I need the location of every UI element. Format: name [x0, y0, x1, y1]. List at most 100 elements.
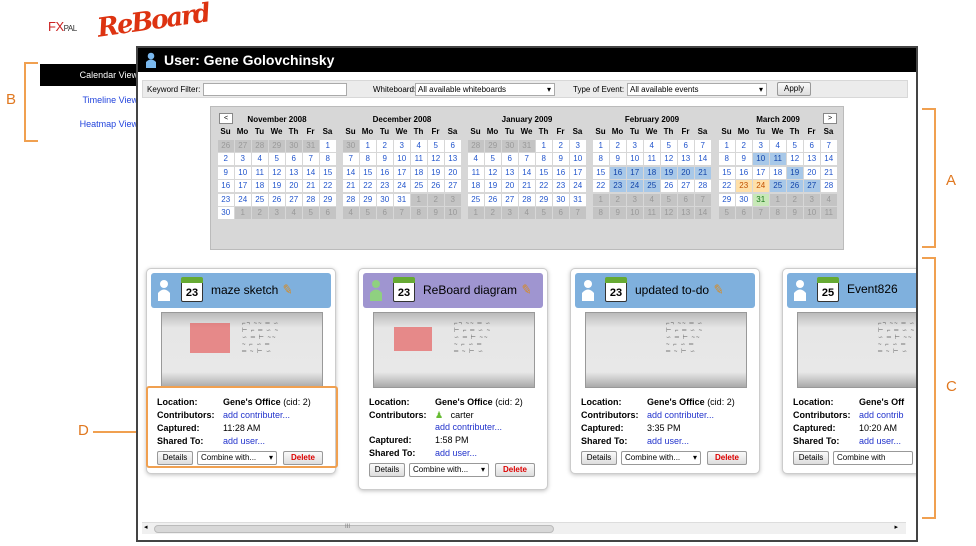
calendar-day[interactable]: 13 [804, 153, 820, 165]
calendar-day[interactable]: 22 [593, 180, 609, 192]
calendar-day[interactable]: 25 [770, 180, 786, 192]
details-button[interactable]: Details [369, 463, 405, 477]
event-card[interactable]: 23 ReBoard diagram ✎ ⌐¬ ~~ ═ ∽ ⊢ ⌐ ═ ∽ ~ ∽ ═ … [358, 268, 548, 490]
calendar-day[interactable]: 4 [286, 207, 302, 219]
calendar-day[interactable]: 12 [485, 166, 501, 179]
calendar-day[interactable]: 31 [394, 193, 410, 206]
calendar-day[interactable]: 28 [252, 139, 268, 152]
pencil-icon[interactable]: ✎ [281, 281, 294, 299]
add-contributor-link[interactable]: add contributer... [435, 422, 502, 432]
calendar-day[interactable]: 1 [593, 193, 609, 206]
calendar-day[interactable]: 30 [286, 139, 302, 152]
calendar-day[interactable]: 25 [468, 193, 484, 206]
calendar-day[interactable]: 25 [644, 180, 660, 192]
calendar-day[interactable]: 21 [519, 180, 535, 192]
calendar-day[interactable]: 27 [804, 180, 820, 192]
calendar-day[interactable]: 31 [753, 193, 769, 206]
calendar-day[interactable]: 3 [804, 193, 820, 206]
calendar-day[interactable]: 14 [519, 166, 535, 179]
calendar-day[interactable]: 29 [485, 139, 501, 152]
calendar-day[interactable]: 21 [343, 180, 359, 192]
calendar-day[interactable]: 8 [536, 153, 552, 165]
calendar-day[interactable]: 25 [411, 180, 427, 192]
calendar-day[interactable]: 4 [468, 153, 484, 165]
calendar-day[interactable]: 30 [502, 139, 518, 152]
calendar-day[interactable]: 28 [343, 193, 359, 206]
calendar-day[interactable]: 11 [252, 166, 268, 179]
calendar-day[interactable]: 24 [394, 180, 410, 192]
calendar-day[interactable]: 2 [428, 193, 444, 206]
calendar-day[interactable]: 11 [644, 153, 660, 165]
calendar-day[interactable]: 31 [303, 139, 319, 152]
calendar-day[interactable]: 6 [553, 207, 569, 219]
calendar-day[interactable]: 27 [502, 193, 518, 206]
calendar-day[interactable]: 9 [377, 153, 393, 165]
calendar-day[interactable]: 11 [770, 153, 786, 165]
calendar-day[interactable]: 14 [695, 207, 711, 219]
calendar-day[interactable]: 27 [235, 139, 251, 152]
details-button[interactable]: Details [793, 451, 829, 465]
calendar-day[interactable]: 2 [377, 139, 393, 152]
calendar-day[interactable]: 20 [678, 166, 694, 179]
calendar-day[interactable]: 30 [736, 193, 752, 206]
calendar-day[interactable]: 10 [804, 207, 820, 219]
calendar-day[interactable]: 7 [695, 193, 711, 206]
calendar-day[interactable]: 8 [719, 153, 735, 165]
calendar-day[interactable]: 1 [411, 193, 427, 206]
calendar-day[interactable]: 27 [445, 180, 461, 192]
calendar-day[interactable]: 7 [303, 153, 319, 165]
event-card[interactable]: 23 updated to-do ✎ ⌐¬ ~~ ═ ∽ ⊢ ⌐ ═ ∽ ~ ∽ ═ ⊢ … [570, 268, 760, 474]
calendar-day[interactable]: 15 [360, 166, 376, 179]
calendar-day[interactable]: 1 [468, 207, 484, 219]
calendar-day[interactable]: 28 [695, 180, 711, 192]
calendar-day[interactable]: 2 [610, 193, 626, 206]
event-card[interactable]: 25 Event826 ⌐¬ ~~ ═ ∽ ⊢ ⌐ ═ ∽ ~ ∽ ═ ⊢ ~~ ~ ⌐ … [782, 268, 916, 474]
calendar-day[interactable]: 15 [320, 166, 336, 179]
calendar-day[interactable]: 24 [570, 180, 586, 192]
calendar-day[interactable]: 2 [787, 193, 803, 206]
combine-select[interactable]: Combine with [833, 451, 913, 465]
calendar-day[interactable]: 19 [787, 166, 803, 179]
calendar-day[interactable]: 16 [377, 166, 393, 179]
calendar-day[interactable]: 23 [610, 180, 626, 192]
calendar-day[interactable]: 26 [428, 180, 444, 192]
calendar-day[interactable]: 10 [235, 166, 251, 179]
calendar-day[interactable]: 30 [553, 193, 569, 206]
calendar-day[interactable]: 6 [678, 139, 694, 152]
calendar-day[interactable]: 20 [286, 180, 302, 192]
sidebar-item-timeline-view[interactable]: Timeline View [40, 89, 144, 111]
calendar-day[interactable]: 20 [502, 180, 518, 192]
calendar-day[interactable]: 20 [804, 166, 820, 179]
calendar-day[interactable]: 8 [360, 153, 376, 165]
calendar-day[interactable]: 30 [343, 139, 359, 152]
calendar-day[interactable]: 3 [570, 139, 586, 152]
calendar-day[interactable]: 7 [695, 139, 711, 152]
combine-select[interactable]: Combine with... ▾ [409, 463, 489, 477]
calendar-day[interactable]: 29 [536, 193, 552, 206]
calendar-day[interactable]: 13 [286, 166, 302, 179]
calendar-day[interactable]: 26 [485, 193, 501, 206]
calendar-day[interactable]: 2 [218, 153, 234, 165]
calendar-day[interactable]: 8 [593, 153, 609, 165]
calendar-day[interactable]: 17 [627, 166, 643, 179]
calendar-day[interactable]: 5 [360, 207, 376, 219]
calendar-day[interactable]: 18 [252, 180, 268, 192]
calendar-day[interactable]: 14 [303, 166, 319, 179]
calendar-day[interactable]: 2 [485, 207, 501, 219]
calendar-day[interactable]: 17 [235, 180, 251, 192]
calendar-day[interactable]: 7 [821, 139, 837, 152]
calendar-day[interactable]: 29 [360, 193, 376, 206]
calendar-day[interactable]: 4 [343, 207, 359, 219]
calendar-day[interactable]: 2 [553, 139, 569, 152]
calendar-day[interactable]: 17 [753, 166, 769, 179]
card-title[interactable]: ReBoard diagram [423, 283, 517, 297]
calendar-day[interactable]: 22 [320, 180, 336, 192]
calendar-day[interactable]: 2 [610, 139, 626, 152]
calendar-day[interactable]: 24 [753, 180, 769, 192]
keyword-filter-input[interactable] [203, 83, 347, 96]
delete-button[interactable]: Delete [707, 451, 747, 465]
event-type-select[interactable]: All available events ▾ [627, 83, 767, 96]
calendar-day[interactable]: 5 [269, 153, 285, 165]
calendar-day[interactable]: 4 [770, 139, 786, 152]
calendar-day[interactable]: 23 [377, 180, 393, 192]
